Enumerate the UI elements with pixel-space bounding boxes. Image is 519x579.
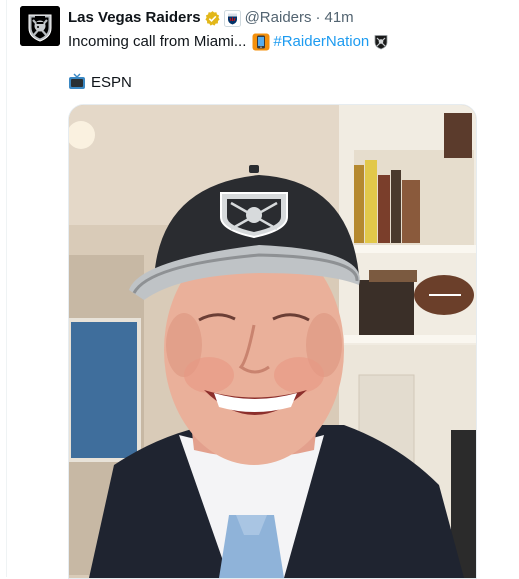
tweet-text: Incoming call from Miami... #RaiderNatio… bbox=[68, 32, 389, 52]
separator-dot: · bbox=[315, 9, 321, 26]
video-player[interactable] bbox=[68, 104, 477, 579]
source-label: ESPN bbox=[91, 73, 132, 91]
tweet-header: Las Vegas Raiders @Raiders · 41m bbox=[68, 8, 354, 28]
verified-badge-icon bbox=[204, 10, 221, 27]
tweet-text-main: Incoming call from Miami... bbox=[68, 33, 247, 50]
handle[interactable]: @Raiders bbox=[245, 8, 312, 28]
video-thumbnail bbox=[69, 105, 476, 578]
hashtag-link[interactable]: #RaiderNation bbox=[273, 32, 369, 52]
timestamp[interactable]: 41m bbox=[325, 8, 354, 28]
television-icon bbox=[68, 73, 86, 91]
display-name[interactable]: Las Vegas Raiders bbox=[68, 8, 201, 28]
tweet[interactable]: Las Vegas Raiders @Raiders · 41m Incomin… bbox=[0, 0, 519, 579]
mobile-phone-icon bbox=[252, 33, 270, 51]
nfl-shield-icon[interactable] bbox=[223, 9, 241, 27]
avatar[interactable] bbox=[20, 6, 60, 46]
raiders-logo-icon bbox=[20, 6, 60, 46]
source-line: ESPN bbox=[68, 72, 132, 92]
raiders-shield-icon bbox=[373, 34, 389, 50]
